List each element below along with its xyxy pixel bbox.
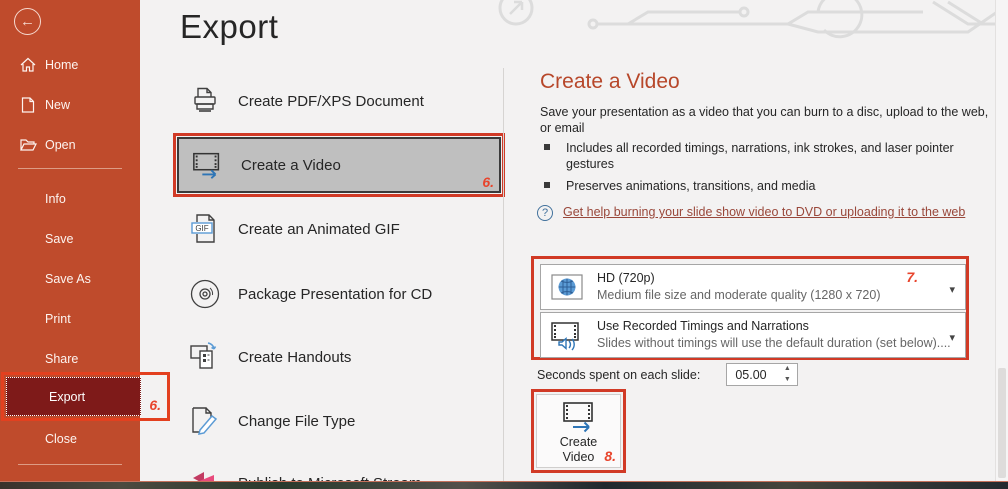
sidebar-item-export[interactable]: Export — [6, 377, 141, 416]
create-video-button-label: Create Video — [559, 435, 598, 464]
seconds-row: Seconds spent on each slide: ▲ ▼ — [537, 363, 799, 386]
dropdown-selected-value: Use Recorded Timings and Narrations — [597, 319, 809, 333]
back-arrow-icon[interactable]: ← — [14, 8, 41, 35]
bullet-text: Preserves animations, transitions, and m… — [566, 179, 816, 193]
bullet-marker — [544, 144, 550, 150]
annotation-box-export: Export 6. — [1, 372, 170, 421]
film-speaker-icon — [549, 318, 585, 352]
sidebar-item-label: Save As — [45, 272, 91, 286]
powerpoint-backstage-export: ← Home New Open Info Save Save As Print … — [0, 0, 1008, 489]
sidebar-item-print[interactable]: Print — [0, 306, 140, 332]
export-option-pdf-xps[interactable]: Create PDF/XPS Document — [178, 81, 503, 121]
sidebar-item-open[interactable]: Open — [0, 132, 140, 158]
sidebar-item-label: New — [45, 98, 71, 112]
sidebar-item-share[interactable]: Share — [0, 346, 140, 372]
export-option-label: Create a Video — [241, 156, 341, 174]
cd-disc-icon — [188, 277, 222, 311]
export-option-change-file-type[interactable]: Change File Type — [178, 401, 503, 441]
panel-divider — [503, 68, 504, 482]
annotation-step-number: 7. — [906, 269, 918, 285]
spinner-buttons: ▲ ▼ — [779, 364, 795, 385]
export-option-label: Change File Type — [238, 412, 356, 430]
help-row: ? Get help burning your slide show video… — [537, 204, 967, 221]
desktop-edge-strip — [0, 481, 1008, 489]
file-pencil-icon — [188, 404, 222, 438]
film-icon — [559, 401, 599, 433]
sidebar-item-label: Home — [45, 58, 79, 72]
sidebar-item-label: Export — [49, 389, 86, 404]
svg-text:GIF: GIF — [195, 224, 208, 233]
annotation-step-number: 6. — [482, 174, 494, 190]
sidebar-item-save-as[interactable]: Save As — [0, 266, 140, 292]
export-option-label: Create an Animated GIF — [238, 220, 400, 238]
gif-file-icon: GIF — [188, 212, 222, 246]
chevron-down-icon[interactable]: ▾ — [949, 331, 955, 344]
sidebar-item-info[interactable]: Info — [0, 186, 140, 212]
sidebar-item-label: Save — [45, 232, 74, 246]
sidebar-item-label: Print — [45, 312, 71, 326]
dropdown-subtitle: Medium file size and moderate quality (1… — [597, 288, 881, 302]
annotation-step-number: 8. — [604, 448, 616, 464]
bullet-item: Includes all recorded timings, narration… — [540, 140, 992, 172]
sidebar-divider — [18, 168, 122, 169]
scrollbar-thumb[interactable] — [998, 368, 1006, 478]
video-quality-dropdown[interactable]: HD (720p) Medium file size and moderate … — [540, 264, 966, 310]
sidebar-divider — [18, 464, 122, 465]
panel-title: Create a Video — [540, 70, 680, 93]
panel-description: Save your presentation as a video that y… — [540, 105, 989, 135]
dropdown-subtitle: Slides without timings will use the defa… — [597, 336, 951, 350]
dropdown-selected-value: HD (720p) — [597, 271, 655, 285]
pdf-xps-document-icon — [188, 84, 222, 118]
bullet-text: Includes all recorded timings, narration… — [566, 141, 954, 171]
sidebar-item-label: Close — [45, 432, 77, 446]
export-option-label: Create Handouts — [238, 348, 352, 366]
bullet-marker — [544, 182, 550, 188]
new-document-icon — [19, 96, 37, 114]
help-link[interactable]: Get help burning your slide show video t… — [563, 204, 967, 220]
monitor-globe-icon — [549, 270, 585, 304]
export-option-package-cd[interactable]: Package Presentation for CD — [178, 274, 503, 314]
seconds-label: Seconds spent on each slide: — [537, 367, 701, 382]
sidebar-item-save[interactable]: Save — [0, 226, 140, 252]
spinner-down-icon[interactable]: ▼ — [779, 375, 795, 386]
sidebar-item-close[interactable]: Close — [0, 426, 140, 452]
handouts-icon — [188, 340, 222, 374]
export-option-label: Package Presentation for CD — [238, 285, 433, 303]
annotation-step-number: 6. — [149, 397, 161, 413]
annotation-box-create-video-button: Create Video 8. — [531, 389, 626, 473]
export-option-create-a-video[interactable]: Create a Video — [177, 137, 501, 193]
sidebar-item-label: Share — [45, 352, 79, 366]
open-folder-icon — [19, 136, 37, 154]
bullet-item: Preserves animations, transitions, and m… — [540, 178, 992, 194]
export-option-label: Create PDF/XPS Document — [238, 92, 424, 110]
sidebar-item-label: Open — [45, 138, 76, 152]
chevron-down-icon[interactable]: ▾ — [949, 283, 955, 296]
sidebar-item-label: Info — [45, 192, 66, 206]
sidebar-item-home[interactable]: Home — [0, 52, 140, 78]
export-option-animated-gif[interactable]: GIF Create an Animated GIF — [178, 209, 503, 249]
circuit-decoration — [498, 0, 1008, 39]
spinner-up-icon[interactable]: ▲ — [779, 364, 795, 375]
annotation-box-create-a-video: Create a Video 6. — [173, 133, 505, 197]
seconds-spinbox: ▲ ▼ — [726, 363, 799, 386]
annotation-box-dropdowns: HD (720p) Medium file size and moderate … — [531, 256, 969, 360]
timings-narrations-dropdown[interactable]: Use Recorded Timings and Narrations Slid… — [540, 312, 966, 358]
sidebar-item-new[interactable]: New — [0, 92, 140, 118]
home-icon — [19, 56, 37, 74]
help-question-icon: ? — [537, 205, 553, 221]
page-title: Export — [180, 8, 279, 45]
seconds-input[interactable] — [727, 364, 778, 385]
film-icon — [191, 148, 225, 182]
export-option-create-handouts[interactable]: Create Handouts — [178, 337, 503, 377]
scrollbar-track[interactable] — [995, 0, 1008, 482]
